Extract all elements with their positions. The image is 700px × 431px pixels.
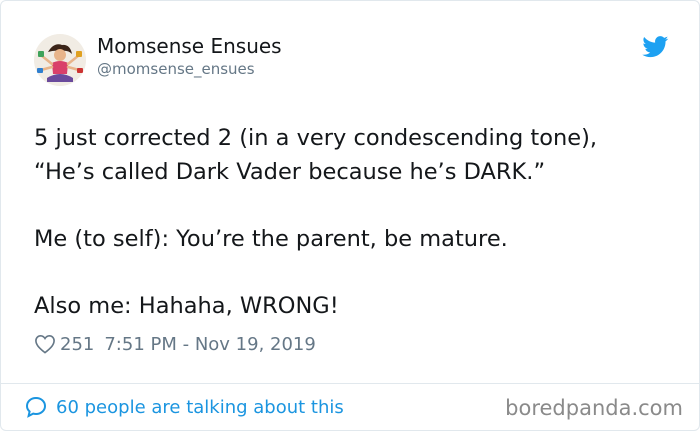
tweet-line: 5 just corrected 2 (in a very condescend…: [34, 125, 598, 151]
tweet-line: Me (to self): You’re the parent, be matu…: [34, 226, 508, 252]
watermark: boredpanda.com: [505, 396, 683, 420]
like-count[interactable]: 251: [60, 334, 94, 355]
twitter-bird-icon[interactable]: [642, 36, 669, 58]
tweet-meta: 251 7:51 PM - Nov 19, 2019: [34, 331, 316, 357]
heart-icon[interactable]: [34, 334, 56, 354]
conversation-text[interactable]: 60 people are talking about this: [56, 397, 344, 418]
tweet-line: “He’s called Dark Vader because he’s DAR…: [34, 159, 546, 185]
author-display-name[interactable]: Momsense Ensues: [97, 34, 282, 58]
divider: [1, 383, 699, 384]
speech-bubble-icon: [25, 396, 47, 418]
avatar-illustration: [34, 34, 86, 86]
tweet-text: 5 just corrected 2 (in a very condescend…: [34, 121, 674, 323]
author-handle[interactable]: @momsense_ensues: [97, 60, 255, 78]
tweet-timestamp[interactable]: 7:51 PM - Nov 19, 2019: [104, 334, 315, 355]
tweet-card: Momsense Ensues @momsense_ensues 5 just …: [0, 0, 700, 431]
tweet-line: Also me: Hahaha, WRONG!: [34, 293, 339, 319]
conversation-link[interactable]: 60 people are talking about this: [24, 394, 344, 420]
avatar[interactable]: [34, 34, 86, 86]
